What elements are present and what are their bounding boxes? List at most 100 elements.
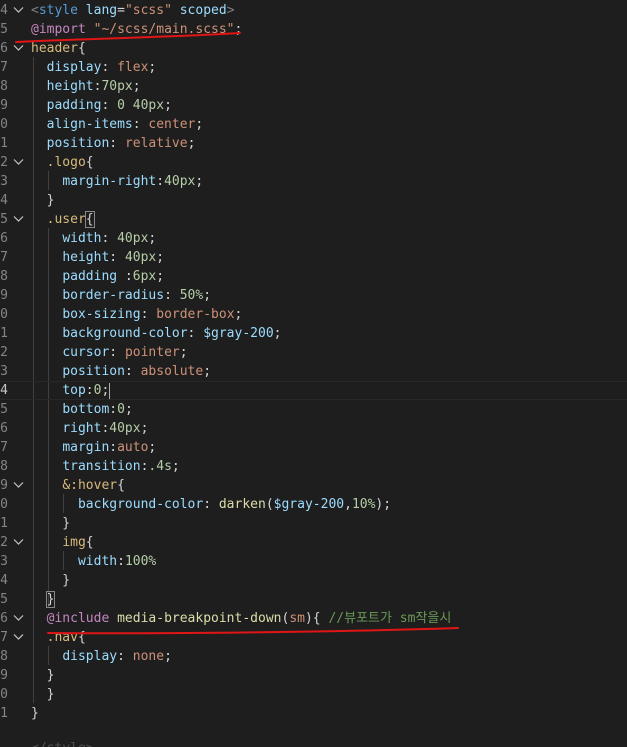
- code-line[interactable]: 4 }: [0, 191, 627, 210]
- code-line[interactable]: 0 box-sizing: border-box;: [0, 305, 627, 324]
- matched-brace: }: [45, 591, 56, 608]
- code-line[interactable]: 1 }: [0, 514, 627, 533]
- line-number: 9: [0, 478, 8, 493]
- code-token: 50%: [179, 288, 204, 303]
- chevron-down-icon[interactable]: [13, 39, 25, 52]
- code-line[interactable]: 2 img{: [0, 533, 627, 552]
- code-token: ;: [101, 383, 110, 398]
- code-token: >: [226, 3, 235, 18]
- code-line[interactable]: 1}: [0, 704, 627, 723]
- line-number: 9: [0, 98, 8, 113]
- code-line[interactable]: 4 <style lang="scss" scoped>: [0, 1, 627, 20]
- code-line[interactable]: 7 display: flex;: [0, 58, 627, 77]
- line-number: 8: [0, 79, 8, 94]
- code-token: }: [31, 193, 55, 208]
- code-token: .nav: [46, 630, 78, 645]
- code-editor[interactable]: 4 <style lang="scss" scoped> 5 @import "~/s…: [0, 0, 627, 747]
- code-line[interactable]: 2 cursor: pointer;: [0, 343, 627, 362]
- code-text: right:40px;: [31, 419, 148, 438]
- code-line[interactable]: 6 width: 40px;: [0, 229, 627, 248]
- code-text: transition:.4s;: [31, 457, 179, 476]
- code-line[interactable]: 0 background-color: darken($gray-200,10%…: [0, 495, 627, 514]
- chevron-down-icon[interactable]: [13, 476, 25, 489]
- code-text: display: flex;: [31, 58, 157, 77]
- chevron-down-icon[interactable]: [13, 533, 25, 546]
- line-number: 8: [0, 649, 8, 664]
- code-line[interactable]: 4 }: [0, 571, 627, 590]
- code-token: ;: [148, 60, 157, 75]
- code-token: ;: [203, 364, 212, 379]
- code-line[interactable]: 6 right:40px;: [0, 419, 627, 438]
- code-line[interactable]: 2 .logo{: [0, 153, 627, 172]
- code-line[interactable]: 8 display: none;: [0, 647, 627, 666]
- line-number: 2: [0, 535, 8, 550]
- code-text: }: [31, 571, 70, 590]
- code-token: 100%: [124, 554, 157, 569]
- chevron-down-icon[interactable]: [13, 628, 25, 641]
- code-line[interactable]: 4 top:0;: [0, 381, 627, 400]
- code-line[interactable]: 5 }: [0, 590, 627, 609]
- line-number: 6: [0, 611, 8, 626]
- code-line[interactable]: 6 @include media-breakpoint-down(sm){ //…: [0, 609, 627, 628]
- code-token: :: [101, 231, 118, 246]
- code-text: padding :6px;: [31, 267, 164, 286]
- code-line[interactable]: 5 @import "~/scss/main.scss";: [0, 20, 627, 39]
- code-token: background-color: [62, 326, 188, 341]
- code-line[interactable]: 1 position: relative;: [0, 134, 627, 153]
- code-line[interactable]: 1 background-color: $gray-200;: [0, 324, 627, 343]
- chevron-down-icon[interactable]: [13, 609, 25, 622]
- code-token: "scss": [124, 3, 172, 18]
- code-line[interactable]: 3 margin-right:40px;: [0, 172, 627, 191]
- chevron-down-icon[interactable]: [13, 1, 25, 14]
- line-number: 0: [0, 687, 8, 702]
- line-number: 1: [0, 326, 8, 341]
- code-token: padding: [62, 269, 118, 284]
- line-number: 4: [0, 383, 8, 398]
- code-line[interactable]: 9 }: [0, 666, 627, 685]
- code-token: :: [109, 440, 118, 455]
- code-line[interactable]: 9 &:hover{: [0, 476, 627, 495]
- chevron-down-icon[interactable]: [13, 210, 25, 223]
- code-line[interactable]: 5 bottom:0;: [0, 400, 627, 419]
- code-line[interactable]: 7 margin:auto;: [0, 438, 627, 457]
- code-text: margin-right:40px;: [31, 172, 203, 191]
- partial-next-line: </style>: [31, 741, 94, 747]
- code-text: .logo{: [31, 153, 94, 172]
- code-line[interactable]: 0 align-items: center;: [0, 115, 627, 134]
- code-line[interactable]: 5 .user{: [0, 210, 627, 229]
- code-token: :: [109, 402, 118, 417]
- code-line[interactable]: 9 padding: 0 40px;: [0, 96, 627, 115]
- code-line[interactable]: 7 .nav{: [0, 628, 627, 647]
- code-text: }: [31, 590, 56, 609]
- code-line[interactable]: 8 transition:.4s;: [0, 457, 627, 476]
- code-text: position: absolute;: [31, 362, 211, 381]
- code-line[interactable]: 0 }: [0, 685, 627, 704]
- code-line[interactable]: 9 border-radius: 50%;: [0, 286, 627, 305]
- code-line[interactable]: 7 height: 40px;: [0, 248, 627, 267]
- code-token: ;: [187, 136, 196, 151]
- chevron-down-icon[interactable]: [13, 153, 25, 166]
- code-text: <style lang="scss" scoped>: [31, 1, 235, 20]
- code-line[interactable]: 3 position: absolute;: [0, 362, 627, 381]
- code-token: align-items: [46, 117, 133, 132]
- code-line[interactable]: 8 padding :6px;: [0, 267, 627, 286]
- line-number: 7: [0, 60, 8, 75]
- line-number: 8: [0, 269, 8, 284]
- line-number: 9: [0, 668, 8, 683]
- code-token: ){: [304, 611, 329, 626]
- code-token: ;: [156, 269, 165, 284]
- code-line[interactable]: 6 header{: [0, 39, 627, 58]
- code-line[interactable]: 3 width:100%: [0, 552, 627, 571]
- code-line[interactable]: 8 height:70px;: [0, 77, 627, 96]
- code-token: 40px: [109, 421, 141, 436]
- code-text: top:0;: [31, 381, 111, 400]
